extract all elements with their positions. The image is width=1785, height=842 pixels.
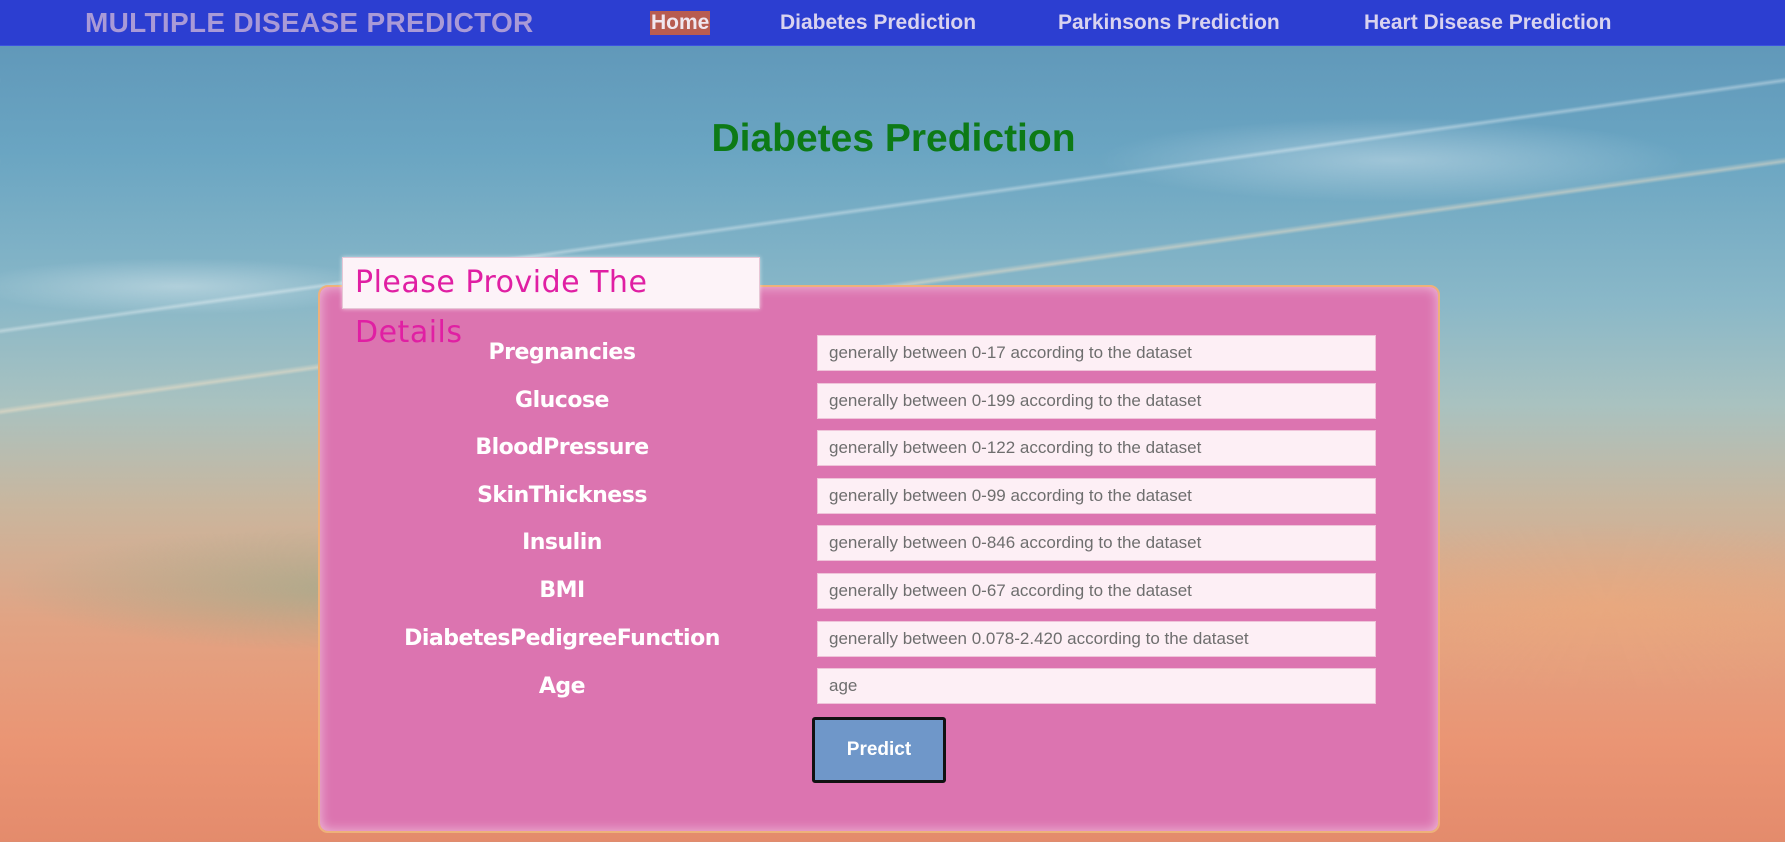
diabetes-pedigree-function-input[interactable]: [817, 621, 1376, 657]
brand-title: MULTIPLE DISEASE PREDICTOR: [85, 7, 534, 38]
skin-thickness-input[interactable]: [817, 478, 1376, 514]
field-label-glucose: Glucose: [515, 388, 609, 413]
top-navbar: MULTIPLE DISEASE PREDICTOR Home Diabetes…: [0, 0, 1785, 46]
nav-heart-disease-prediction[interactable]: Heart Disease Prediction: [1364, 11, 1611, 35]
nav-parkinsons-prediction[interactable]: Parkinsons Prediction: [1058, 11, 1280, 35]
bmi-input[interactable]: [817, 573, 1376, 609]
form-legend: Please Provide The Details: [342, 257, 760, 350]
field-label-insulin: Insulin: [522, 530, 602, 555]
field-label-bmi: BMI: [539, 578, 585, 603]
nav-home[interactable]: Home: [650, 11, 711, 35]
nav-diabetes-prediction[interactable]: Diabetes Prediction: [780, 11, 976, 35]
field-label-diabetes-pedigree-function: DiabetesPedigreeFunction: [404, 626, 720, 651]
pregnancies-input[interactable]: [817, 335, 1376, 371]
field-label-pregnancies: Pregnancies: [488, 340, 636, 365]
insulin-input[interactable]: [817, 525, 1376, 561]
field-label-blood-pressure: BloodPressure: [475, 435, 649, 460]
glucose-input[interactable]: [817, 383, 1376, 419]
predict-button[interactable]: Predict: [812, 717, 946, 783]
age-input[interactable]: [817, 668, 1376, 704]
blood-pressure-input[interactable]: [817, 430, 1376, 466]
page-title: Diabetes Prediction: [711, 117, 1076, 160]
field-label-skin-thickness: SkinThickness: [477, 483, 647, 508]
field-label-age: Age: [538, 674, 586, 699]
